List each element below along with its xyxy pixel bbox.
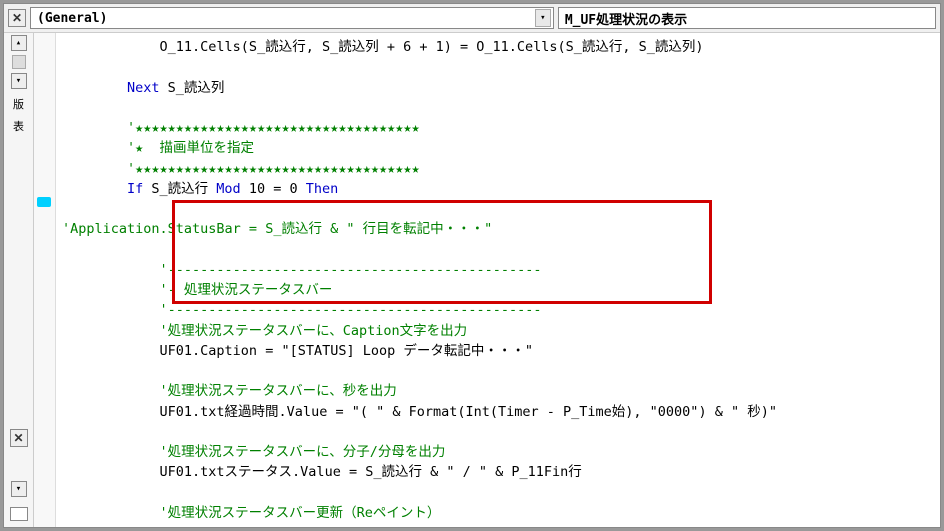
keyword: Then bbox=[306, 181, 339, 197]
code-pane[interactable]: O_11.Cells(S_読込行, S_読込列 + 6 + 1) = O_11.… bbox=[56, 33, 940, 527]
side-panel: ▴ ▾ 版 表 ✕ ▾ bbox=[4, 33, 34, 527]
object-combo-text: (General) bbox=[37, 11, 107, 26]
comment-line: 'Application.StatusBar = S_読込行 & " 行目を転記… bbox=[62, 221, 492, 237]
keyword: Mod bbox=[216, 181, 249, 197]
comment-line: '★ 描画単位を指定 bbox=[62, 140, 254, 156]
code-line: O_11.Cells(S_読込行, S_読込列 + 6 + 1) = O_11.… bbox=[62, 39, 704, 55]
comment-line: '- 処理状況ステータスバー bbox=[62, 282, 332, 298]
code-line: UF01.Repaint bbox=[62, 525, 257, 527]
side-down-button[interactable]: ▾ bbox=[11, 73, 27, 89]
comment-line: '処理状況ステータスバー更新（Reペイント） bbox=[62, 505, 440, 521]
code-text: S_読込行 bbox=[151, 181, 216, 197]
side-chevron-icon[interactable]: ▾ bbox=[11, 481, 27, 497]
code-text: 10 = 0 bbox=[249, 181, 306, 197]
code-line: UF01.txt経過時間.Value = "( " & Format(Int(T… bbox=[62, 404, 777, 420]
execution-marker-icon bbox=[37, 197, 51, 207]
side-up-button[interactable]: ▴ bbox=[11, 35, 27, 51]
code-line: UF01.txtステータス.Value = S_読込行 & " / " & P_… bbox=[62, 464, 582, 480]
side-stub bbox=[12, 55, 26, 69]
breakpoint-gutter[interactable] bbox=[34, 33, 56, 527]
procedure-combo-text: M_UF処理状況の表示 bbox=[565, 9, 687, 28]
object-combo[interactable]: (General) ▾ bbox=[30, 7, 554, 29]
code-line: UF01.Caption = "[STATUS] Loop データ転記中・・・" bbox=[62, 343, 533, 359]
close-button-top[interactable]: ✕ bbox=[8, 9, 26, 27]
chevron-down-icon: ▾ bbox=[535, 9, 551, 27]
comment-line: '処理状況ステータスバーに、分子/分母を出力 bbox=[62, 444, 445, 460]
keyword: Next bbox=[62, 80, 168, 96]
keyword: If bbox=[62, 181, 151, 197]
vbe-window: ✕ (General) ▾ M_UF処理状況の表示 ▴ ▾ 版 表 ✕ ▾ O_… bbox=[3, 3, 941, 528]
comment-line: '★★★★★★★★★★★★★★★★★★★★★★★★★★★★★★★★★★★ bbox=[62, 161, 420, 177]
side-label-1: 版 bbox=[13, 99, 24, 111]
comment-line: '---------------------------------------… bbox=[62, 302, 542, 318]
code-line: S_読込列 bbox=[168, 80, 225, 96]
side-box bbox=[10, 507, 28, 521]
topbar: ✕ (General) ▾ M_UF処理状況の表示 bbox=[4, 4, 940, 33]
comment-line: '処理状況ステータスバーに、秒を出力 bbox=[62, 383, 397, 399]
comment-line: '---------------------------------------… bbox=[62, 262, 542, 278]
comment-line: '★★★★★★★★★★★★★★★★★★★★★★★★★★★★★★★★★★★ bbox=[62, 120, 420, 136]
close-button-side[interactable]: ✕ bbox=[10, 429, 28, 447]
body: ▴ ▾ 版 表 ✕ ▾ O_11.Cells(S_読込行, S_読込列 + 6 … bbox=[4, 33, 940, 527]
procedure-combo[interactable]: M_UF処理状況の表示 bbox=[558, 7, 936, 29]
comment-line: '処理状況ステータスバーに、Caption文字を出力 bbox=[62, 323, 467, 339]
side-label-2: 表 bbox=[13, 121, 24, 133]
